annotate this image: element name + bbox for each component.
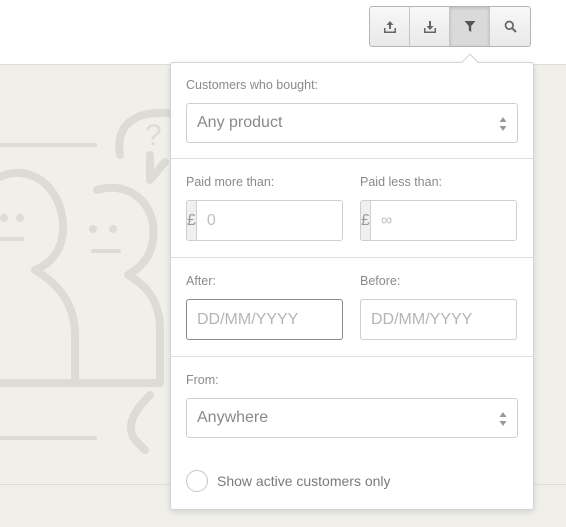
select-arrows-icon [499,117,507,131]
paid-less-label: Paid less than: [360,175,442,189]
location-section: From: Anywhere Show active customers onl… [171,357,533,511]
currency-symbol: £ [187,201,197,240]
select-arrows-icon [499,412,507,426]
svg-text:?: ? [145,119,162,152]
bought-label: Customers who bought: [186,78,319,92]
top-bar [0,0,566,65]
before-date-input[interactable] [360,299,517,340]
active-customers-radio[interactable] [186,470,208,492]
location-select[interactable]: Anywhere [186,398,518,438]
filter-button[interactable] [450,7,490,46]
active-customers-label: Show active customers only [217,473,391,489]
export-button[interactable] [370,7,410,46]
search-icon [504,20,517,33]
date-section: After: Before: [171,258,533,357]
filter-icon [464,21,475,32]
paid-more-label: Paid more than: [186,175,275,189]
paid-more-field: £ [186,200,343,241]
location-select-value: Anywhere [197,409,269,426]
upload-icon [383,20,396,33]
import-button[interactable] [410,7,450,46]
bought-section: Customers who bought: Any product [171,63,533,159]
paid-more-input[interactable] [196,201,342,240]
active-customers-toggle[interactable]: Show active customers only [186,470,391,492]
after-label: After: [186,274,216,288]
paid-section: Paid more than: Paid less than: £ £ [171,159,533,258]
product-select-value: Any product [197,114,283,131]
filter-popover: Customers who bought: Any product Paid m… [170,53,534,511]
before-label: Before: [360,274,401,288]
download-icon [423,20,436,33]
toolbar [369,6,531,47]
paid-less-field: £ [360,200,517,241]
paid-less-input[interactable] [370,201,516,240]
product-select[interactable]: Any product [186,103,518,143]
search-button[interactable] [490,7,530,46]
currency-symbol: £ [361,201,371,240]
from-label: From: [186,373,219,387]
after-date-input[interactable] [186,299,343,340]
